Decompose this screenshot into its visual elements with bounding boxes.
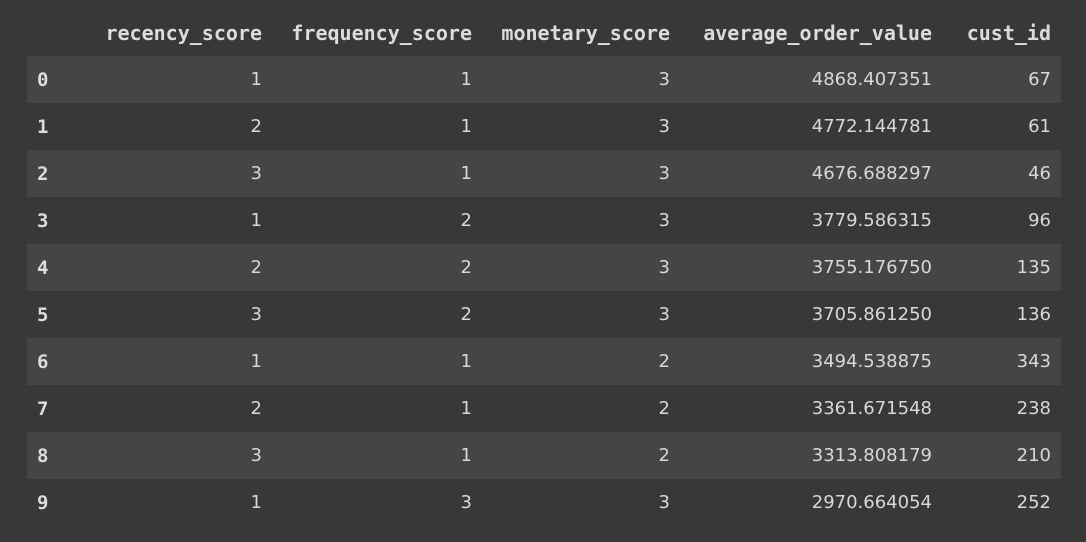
table-row: 8 3 1 2 3313.808179 210 <box>27 432 1061 479</box>
table-row: 4 2 2 3 3755.176750 135 <box>27 244 1061 291</box>
cell-monetary-score: 3 <box>658 257 670 278</box>
cell-recency-score: 3 <box>250 304 262 325</box>
cell-recency-score: 1 <box>250 351 262 372</box>
table-row: 5 3 2 3 3705.861250 136 <box>27 291 1061 338</box>
cell-cust-id: 210 <box>1016 445 1051 466</box>
cell-recency-score: 2 <box>250 257 262 278</box>
table-row: 7 2 1 2 3361.671548 238 <box>27 385 1061 432</box>
table-row: 1 2 1 3 4772.144781 61 <box>27 103 1061 150</box>
cell-average-order-value: 4868.407351 <box>811 69 932 90</box>
table-row: 2 3 1 3 4676.688297 46 <box>27 150 1061 197</box>
cell-recency-score: 3 <box>250 445 262 466</box>
cell-monetary-score: 3 <box>658 69 670 90</box>
cell-recency-score: 1 <box>250 69 262 90</box>
column-header-average-order-value: average_order_value <box>703 21 932 45</box>
table-row: 0 1 1 3 4868.407351 67 <box>27 56 1061 103</box>
row-index: 7 <box>37 397 49 420</box>
dataframe-table: recency_score frequency_score monetary_s… <box>27 10 1061 526</box>
cell-average-order-value: 2970.664054 <box>811 492 932 513</box>
cell-recency-score: 2 <box>250 398 262 419</box>
row-index: 5 <box>37 303 49 326</box>
cell-cust-id: 252 <box>1016 492 1051 513</box>
cell-monetary-score: 3 <box>658 210 670 231</box>
cell-frequency-score: 1 <box>460 398 472 419</box>
cell-monetary-score: 2 <box>658 445 670 466</box>
cell-cust-id: 46 <box>1028 163 1051 184</box>
cell-cust-id: 238 <box>1016 398 1051 419</box>
cell-frequency-score: 2 <box>460 304 472 325</box>
index-header <box>27 10 62 56</box>
table-body: 0 1 1 3 4868.407351 67 1 2 1 3 4772.144781 61 2 3 1 3 46… <box>27 56 1061 526</box>
cell-cust-id: 136 <box>1016 304 1051 325</box>
cell-cust-id: 343 <box>1016 351 1051 372</box>
cell-frequency-score: 1 <box>460 163 472 184</box>
cell-frequency-score: 1 <box>460 116 472 137</box>
table-row: 6 1 1 2 3494.538875 343 <box>27 338 1061 385</box>
dataframe-output: recency_score frequency_score monetary_s… <box>27 10 1061 526</box>
cell-monetary-score: 2 <box>658 351 670 372</box>
row-index: 4 <box>37 256 49 279</box>
column-header-recency-score: recency_score <box>105 21 262 45</box>
cell-average-order-value: 3755.176750 <box>811 257 932 278</box>
row-index: 2 <box>37 162 49 185</box>
row-index: 8 <box>37 444 49 467</box>
row-index: 9 <box>37 491 49 514</box>
cell-average-order-value: 3494.538875 <box>811 351 932 372</box>
cell-recency-score: 1 <box>250 210 262 231</box>
column-header-monetary-score: monetary_score <box>501 21 670 45</box>
row-index: 3 <box>37 209 49 232</box>
row-index: 1 <box>37 115 49 138</box>
cell-monetary-score: 3 <box>658 116 670 137</box>
cell-recency-score: 2 <box>250 116 262 137</box>
cell-monetary-score: 2 <box>658 398 670 419</box>
cell-monetary-score: 3 <box>658 304 670 325</box>
cell-frequency-score: 1 <box>460 445 472 466</box>
row-index: 0 <box>37 68 49 91</box>
column-header-frequency-score: frequency_score <box>291 21 472 45</box>
row-index: 6 <box>37 350 49 373</box>
cell-frequency-score: 1 <box>460 351 472 372</box>
cell-cust-id: 61 <box>1028 116 1051 137</box>
cell-average-order-value: 3705.861250 <box>811 304 932 325</box>
cell-average-order-value: 4772.144781 <box>811 116 932 137</box>
header-row: recency_score frequency_score monetary_s… <box>27 10 1061 56</box>
column-header-cust-id: cust_id <box>966 21 1051 45</box>
cell-frequency-score: 2 <box>460 210 472 231</box>
cell-average-order-value: 3313.808179 <box>811 445 932 466</box>
cell-cust-id: 96 <box>1028 210 1051 231</box>
cell-average-order-value: 3361.671548 <box>811 398 932 419</box>
cell-frequency-score: 3 <box>460 492 472 513</box>
cell-recency-score: 1 <box>250 492 262 513</box>
cell-cust-id: 135 <box>1016 257 1051 278</box>
cell-recency-score: 3 <box>250 163 262 184</box>
cell-monetary-score: 3 <box>658 492 670 513</box>
table-row: 9 1 3 3 2970.664054 252 <box>27 479 1061 526</box>
cell-average-order-value: 3779.586315 <box>811 210 932 231</box>
cell-frequency-score: 1 <box>460 69 472 90</box>
cell-average-order-value: 4676.688297 <box>811 163 932 184</box>
cell-monetary-score: 3 <box>658 163 670 184</box>
cell-cust-id: 67 <box>1028 69 1051 90</box>
cell-frequency-score: 2 <box>460 257 472 278</box>
table-row: 3 1 2 3 3779.586315 96 <box>27 197 1061 244</box>
